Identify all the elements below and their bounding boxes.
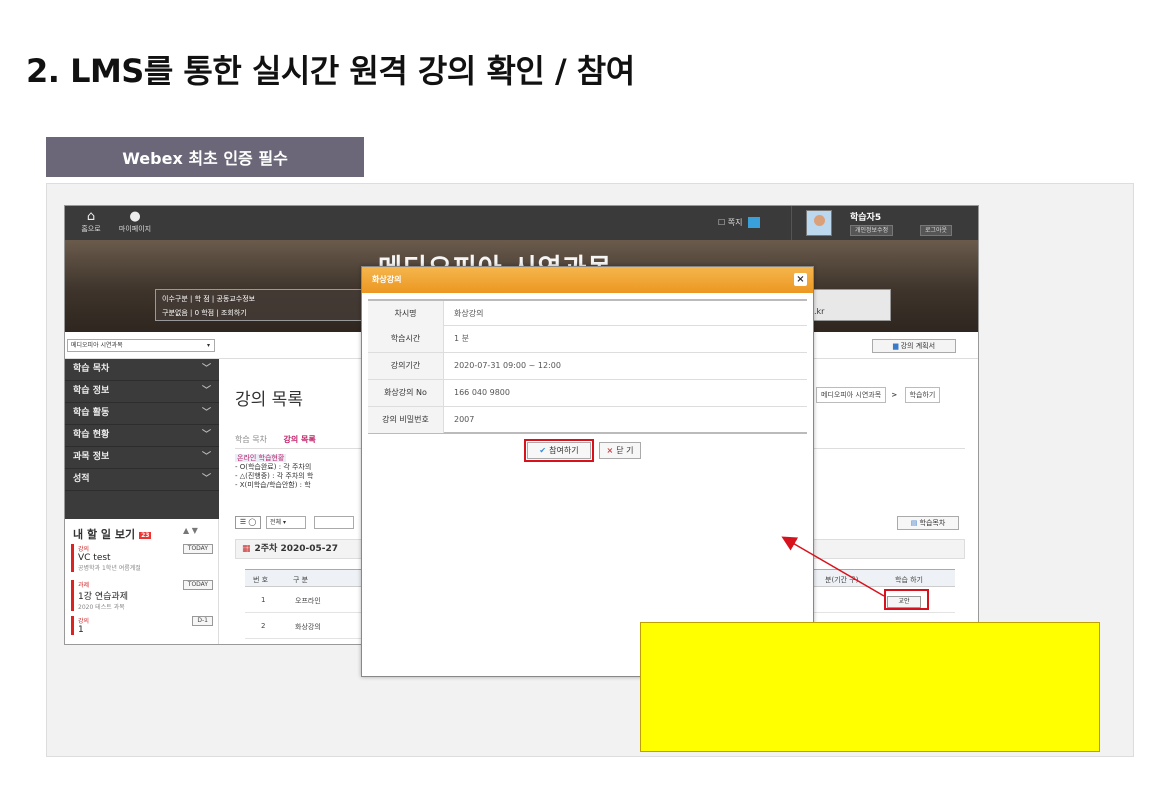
notice-link[interactable]: ☐ 쪽지	[718, 217, 760, 228]
dialog-info-table: 차시명 화상강의 학습시간 1 분 강의기간 2020-07-31 09:00 …	[368, 299, 807, 434]
user-box: 학습자5 개인정보수정 로그아웃	[791, 206, 978, 240]
tab-study-contents[interactable]: 학습 목차	[235, 435, 267, 444]
highlight-box	[524, 439, 594, 462]
dialog-row: 화상강의 No 166 040 9800	[368, 380, 807, 407]
calendar-icon: ▦	[242, 544, 251, 554]
dialog-title: 화상강의	[372, 275, 402, 284]
slide-title: 2. LMS를 통한 실시간 원격 강의 확인 / 참여	[26, 52, 635, 90]
sidebar-item-grades[interactable]: 성적 ﹀	[65, 469, 219, 491]
user-name: 학습자5	[850, 213, 882, 223]
course-plan-button[interactable]: ▆ 강의 계획서	[872, 339, 956, 353]
dialog-row: 강의 비밀번호 2007	[368, 407, 807, 434]
monitor-icon: ▆	[892, 342, 899, 350]
todo-panel: 내 할 일 보기 23 ▲ ▼ 강의 VC test 공병학과 1학년 여름계절 …	[65, 519, 219, 644]
todo-item[interactable]: 강의 1 D-1	[71, 616, 213, 635]
dialog-row: 차시명 화상강의	[368, 299, 807, 327]
home-icon: ⌂	[86, 209, 96, 224]
video-lecture-dialog: 화상강의 × 차시명 화상강의 학습시간 1 분 강의기간 2020-07-31…	[361, 266, 814, 677]
page-title: 강의 목록	[235, 390, 303, 410]
logout-button[interactable]: 로그아웃	[920, 225, 953, 236]
todo-item[interactable]: 강의 VC test 공병학과 1학년 여름계절 TODAY	[71, 544, 213, 572]
close-icon[interactable]: ×	[794, 273, 807, 286]
status-legend: 온라인 학습현황 - O(학습완료) : 각 주차의 - △(진행중) : 각 …	[235, 454, 314, 489]
chevron-down-icon: ﹀	[201, 386, 211, 396]
breadcrumb-separator: >	[891, 391, 898, 399]
close-button[interactable]: × 닫 기	[599, 442, 641, 459]
chevron-down-icon: ﹀	[201, 364, 211, 374]
edit-info-button[interactable]: 개인정보수정	[850, 225, 894, 236]
chevron-down-icon: ﹀	[201, 430, 211, 440]
sidebar-item-study-status[interactable]: 학습 현황 ﹀	[65, 425, 219, 447]
search-input[interactable]	[314, 516, 354, 529]
study-contents-button[interactable]: ▤ 학습목차	[897, 516, 959, 530]
person-icon: ●	[129, 209, 141, 224]
chevron-up-icon[interactable]: ▲	[183, 526, 189, 535]
home-link[interactable]: ⌂ 홈으로	[69, 210, 113, 234]
message-icon: ☐	[718, 218, 726, 227]
course-select[interactable]: 메디오피아 시연과목 ▾	[67, 339, 215, 352]
course-info-table: 이수구분 | 학 점 | 공동교수정보 구분없음 | 0 학점 | 조회하기	[155, 289, 365, 321]
sidebar-item-study-contents[interactable]: 학습 목차 ﹀	[65, 359, 219, 381]
todo-title: 내 할 일 보기 23	[73, 528, 152, 541]
notice-badge	[748, 217, 760, 228]
tab-lecture-list[interactable]: 강의 목록	[284, 435, 316, 444]
annotation-note-box	[640, 622, 1100, 752]
todo-nav[interactable]: ▲ ▼	[183, 526, 198, 535]
book-icon: ▤	[910, 519, 918, 527]
view-toggle[interactable]: ☰ ◯	[235, 516, 261, 529]
mypage-link[interactable]: ● 마이페이지	[113, 210, 157, 234]
chevron-down-icon: ▾	[206, 342, 210, 349]
chevron-down-icon: ﹀	[201, 408, 211, 418]
todo-item[interactable]: 과제 1강 연습과제 2020 테스트 과목 TODAY	[71, 580, 213, 611]
filter-select[interactable]: 전체 ▾	[266, 516, 306, 529]
sidebar: 학습 목차 ﹀ 학습 정보 ﹀ 학습 활동 ﹀ 학습 현황 ﹀ 과목 정보 ﹀ 성적 ﹀	[65, 359, 219, 519]
todo-tag: D-1	[192, 616, 213, 626]
chevron-down-icon: ﹀	[201, 474, 211, 484]
close-icon: ×	[606, 446, 614, 455]
avatar	[806, 210, 832, 236]
sidebar-item-study-activity[interactable]: 학습 활동 ﹀	[65, 403, 219, 425]
toggle-icon: ◯	[248, 518, 257, 526]
section-tab: Webex 최초 인증 필수	[46, 137, 364, 177]
chevron-down-icon[interactable]: ▼	[192, 526, 198, 535]
chevron-down-icon: ﹀	[201, 452, 211, 462]
chevron-down-icon: ▾	[282, 519, 286, 526]
breadcrumb-course[interactable]: 메디오피아 시연과목	[816, 387, 887, 403]
todo-count-badge: 23	[139, 531, 152, 539]
sidebar-item-course-info[interactable]: 과목 정보 ﹀	[65, 447, 219, 469]
highlight-box	[884, 589, 929, 610]
top-bar: ⌂ 홈으로 ● 마이페이지 ☐ 쪽지 학습자5 개인정보수정 로그아웃	[65, 206, 978, 240]
breadcrumb-current[interactable]: 학습하기	[904, 387, 941, 403]
sidebar-item-study-info[interactable]: 학습 정보 ﹀	[65, 381, 219, 403]
course-info-right: .kr	[809, 289, 891, 321]
todo-tag: TODAY	[182, 544, 213, 554]
dialog-row: 학습시간 1 분	[368, 326, 807, 353]
content-tabs: 학습 목차 강의 목록	[235, 434, 316, 445]
dialog-header: 화상강의 ×	[362, 267, 813, 293]
list-icon: ☰	[239, 518, 247, 526]
dialog-row: 강의기간 2020-07-31 09:00 ~ 12:00	[368, 353, 807, 380]
breadcrumb: 메디오피아 시연과목 > 학습하기	[814, 387, 941, 403]
todo-tag: TODAY	[182, 580, 213, 590]
